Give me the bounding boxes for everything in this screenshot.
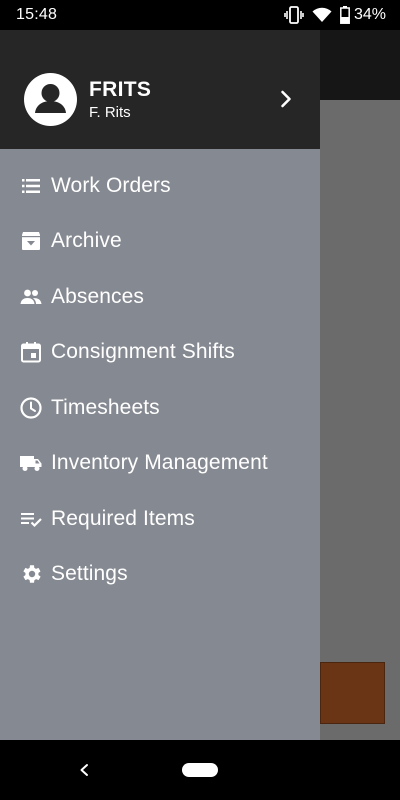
menu-item-consignment-shifts[interactable]: Consignment Shifts (0, 325, 320, 381)
menu-item-archive[interactable]: Archive (0, 214, 320, 270)
menu-item-label: Inventory Management (51, 451, 268, 475)
people-icon (19, 285, 43, 309)
user-subtitle: F. Rits (89, 104, 131, 121)
home-pill-button[interactable] (182, 763, 218, 777)
status-icons: 34% (284, 5, 386, 25)
status-time: 15:48 (16, 6, 58, 23)
calendar-icon (19, 340, 43, 364)
chevron-right-icon[interactable] (274, 87, 298, 111)
archive-icon (19, 229, 43, 253)
menu-item-label: Absences (51, 284, 145, 308)
menu-item-label: Timesheets (51, 395, 160, 419)
truck-icon (19, 451, 43, 475)
wifi-icon (312, 7, 332, 23)
vibrate-icon (284, 6, 304, 24)
menu-item-work-orders[interactable]: Work Orders (0, 158, 320, 214)
background-card (320, 662, 385, 724)
battery-level: 34% (353, 6, 386, 23)
menu-item-absences[interactable]: Absences (0, 269, 320, 325)
drawer-menu: Work Orders Archive Absences Consignment… (0, 158, 320, 602)
menu-item-inventory-management[interactable]: Inventory Management (0, 436, 320, 492)
menu-item-label: Required Items (51, 506, 195, 530)
menu-item-label: Consignment Shifts (51, 340, 235, 364)
system-nav-bar (0, 740, 400, 800)
back-icon[interactable] (74, 758, 94, 782)
clock-icon (19, 396, 43, 420)
user-name: FRITS (89, 78, 152, 101)
menu-item-label: Work Orders (51, 173, 171, 197)
battery-icon (340, 6, 350, 24)
navigation-drawer: FRITS F. Rits Work Orders Archive Absenc… (0, 30, 320, 740)
drawer-header[interactable]: FRITS F. Rits (0, 30, 320, 149)
menu-item-label: Archive (51, 229, 122, 253)
menu-item-required-items[interactable]: Required Items (0, 491, 320, 547)
menu-item-label: Settings (51, 562, 128, 586)
checklist-icon (19, 507, 43, 531)
avatar-icon (24, 73, 77, 126)
menu-item-timesheets[interactable]: Timesheets (0, 380, 320, 436)
status-bar: 15:48 34% (0, 0, 400, 30)
gear-icon (19, 562, 43, 586)
menu-item-settings[interactable]: Settings (0, 547, 320, 603)
list-icon (19, 174, 43, 198)
